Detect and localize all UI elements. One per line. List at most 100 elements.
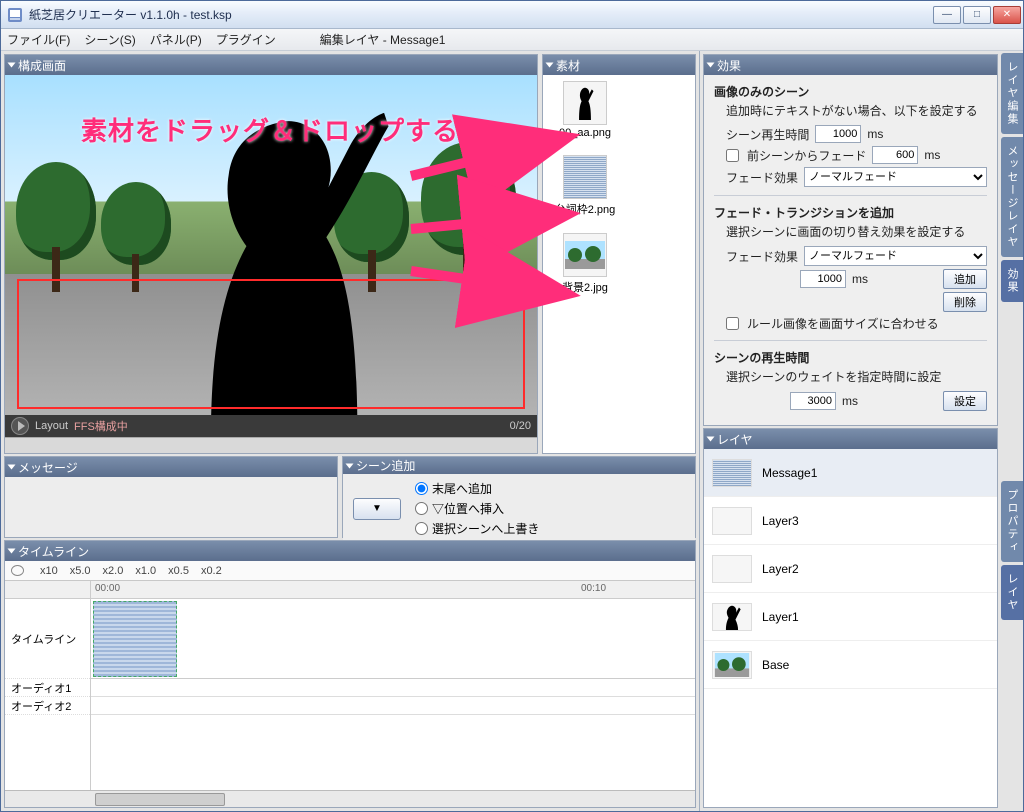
transition-add-button[interactable]: 追加 [943,269,987,289]
effects-section1-desc: 追加時にテキストがない場合、以下を設定する [714,102,987,119]
composition-header[interactable]: 構成画面 [5,55,537,75]
layer-thumb-icon [712,507,752,535]
layer-row[interactable]: Base [704,641,997,689]
composition-scrollbar[interactable] [5,437,537,453]
menu-file[interactable]: ファイル(F) [7,31,70,48]
layer-row[interactable]: Layer1 [704,593,997,641]
ms-label: ms [924,148,940,162]
timeline-tracks[interactable]: 00:00 00:10 [91,581,695,790]
collapse-icon [707,437,715,442]
message-body[interactable] [5,477,337,537]
effects-title: 効果 [717,57,741,74]
audio-track-1[interactable] [91,679,695,697]
radio-label: ▽位置へ挿入 [432,500,504,517]
play-button[interactable] [11,417,29,435]
scene-add-dropdown-button[interactable] [353,498,401,520]
scene-time-set-button[interactable]: 設定 [943,391,987,411]
effects-section3-desc: 選択シーンのウェイトを指定時間に設定 [714,368,987,385]
layer-row[interactable]: Layer3 [704,497,997,545]
annotation-arrow-icon [411,201,571,246]
scene-time-input[interactable] [790,392,836,410]
collapse-icon [546,63,554,68]
menu-scene[interactable]: シーン(S) [84,31,135,48]
zoom-x10[interactable]: x10 [40,565,58,577]
timeline-track[interactable] [91,599,695,679]
side-tab-property[interactable]: プロパティ [1001,481,1023,562]
layer-row[interactable]: Message1 [704,449,997,497]
timeline-ruler[interactable]: 00:00 00:10 [91,581,695,599]
zoom-x2[interactable]: x2.0 [103,565,124,577]
bubble-icon[interactable] [11,565,24,576]
message-header[interactable]: メッセージ [5,457,337,477]
fade-prev-checkbox[interactable] [726,149,739,162]
collapse-icon [8,465,16,470]
scene-add-title: シーン追加 [356,457,415,474]
timeline-scrollbar[interactable] [5,790,695,807]
play-time-input[interactable] [815,125,861,143]
transition-time-input[interactable] [800,270,846,288]
side-tab-layer-edit[interactable]: レイヤ編集 [1001,53,1023,134]
fade-effect-select[interactable]: ノーマルフェード [804,167,987,187]
effects-section1-title: 画像のみのシーン [714,85,809,99]
side-tab-message-layer[interactable]: メッセージレイヤ [1001,137,1023,257]
scene-add-radio-insert[interactable]: ▽位置へ挿入 [415,500,539,517]
zoom-x5[interactable]: x5.0 [70,565,91,577]
assets-header[interactable]: 素材 [543,55,695,75]
scene-add-radio-overwrite[interactable]: 選択シーンへ上書き [415,520,539,537]
collapse-icon [8,63,16,68]
ms-label: ms [842,394,858,408]
radio-label: 末尾へ追加 [432,480,492,497]
rule-image-checkbox[interactable] [726,317,739,330]
side-tab-layer[interactable]: レイヤ [1001,565,1023,620]
composition-view[interactable]: Layout FFS構成中 0/20 [5,75,537,437]
rule-image-label: ルール画像を画面サイズに合わせる [747,315,939,332]
minimize-button[interactable]: — [933,6,961,24]
close-button[interactable]: ✕ [993,6,1021,24]
menubar: ファイル(F) シーン(S) パネル(P) プラグイン 編集レイヤ - Mess… [1,29,1023,51]
timeline-clip[interactable] [93,601,177,677]
layers-title: レイヤ [717,431,753,448]
effects-header[interactable]: 効果 [704,55,997,75]
assets-panel: 素材 00_aa.png 台詞枠2.png [542,54,696,454]
fade-effect-label: フェード効果 [726,169,798,186]
layer-name: Layer3 [762,514,799,528]
zoom-x02[interactable]: x0.2 [201,565,222,577]
composition-panel: 構成画面 [4,54,538,454]
fade-prev-input[interactable] [872,146,918,164]
transition-delete-button[interactable]: 削除 [943,292,987,312]
layer-thumb-icon [712,555,752,583]
layer-thumb-icon [712,603,752,631]
menu-panel[interactable]: パネル(P) [150,31,202,48]
timeline-header[interactable]: タイムライン [5,541,695,561]
layers-panel: レイヤ Message1 Layer3 Layer2 [703,428,998,808]
transition-effect-select[interactable]: ノーマルフェード [804,246,987,266]
zoom-x1[interactable]: x1.0 [135,565,156,577]
maximize-button[interactable]: □ [963,6,991,24]
app-window: 紙芝居クリエーター v1.1.0h - test.ksp — □ ✕ ファイル(… [0,0,1024,812]
zoom-x05[interactable]: x0.5 [168,565,189,577]
audio2-row-label: オーディオ2 [5,697,90,715]
layer-name: Message1 [762,466,817,480]
scene-add-radio-append[interactable]: 末尾へ追加 [415,480,539,497]
timeline-toolbar: x10 x5.0 x2.0 x1.0 x0.5 x0.2 [5,561,695,581]
ms-label: ms [852,272,868,286]
fade-prev-label: 前シーンからフェード [747,147,866,164]
side-tab-effects[interactable]: 効果 [1001,260,1023,302]
layers-header[interactable]: レイヤ [704,429,997,449]
playbar-layout-label: Layout [35,420,68,432]
menu-plugin[interactable]: プラグイン [216,31,276,48]
collapse-icon [346,463,354,468]
layer-row[interactable]: Layer2 [704,545,997,593]
ruler-tick: 00:00 [95,583,120,594]
layer-thumb-icon [712,651,752,679]
playbar-status: FFS構成中 [74,418,128,434]
layer-name: Layer1 [762,610,799,624]
scene-add-header[interactable]: シーン追加 [343,457,695,474]
side-tabs-lower: プロパティ レイヤ [1001,481,1023,620]
ruler-tick: 00:10 [581,583,606,594]
timeline-title: タイムライン [18,543,89,560]
side-tabs-upper: レイヤ編集 メッセージレイヤ 効果 [1001,53,1023,302]
audio-track-2[interactable] [91,697,695,715]
asset-thumb-icon [563,81,607,125]
timeline-panel: タイムライン x10 x5.0 x2.0 x1.0 x0.5 x0.2 タイムラ… [4,540,696,808]
